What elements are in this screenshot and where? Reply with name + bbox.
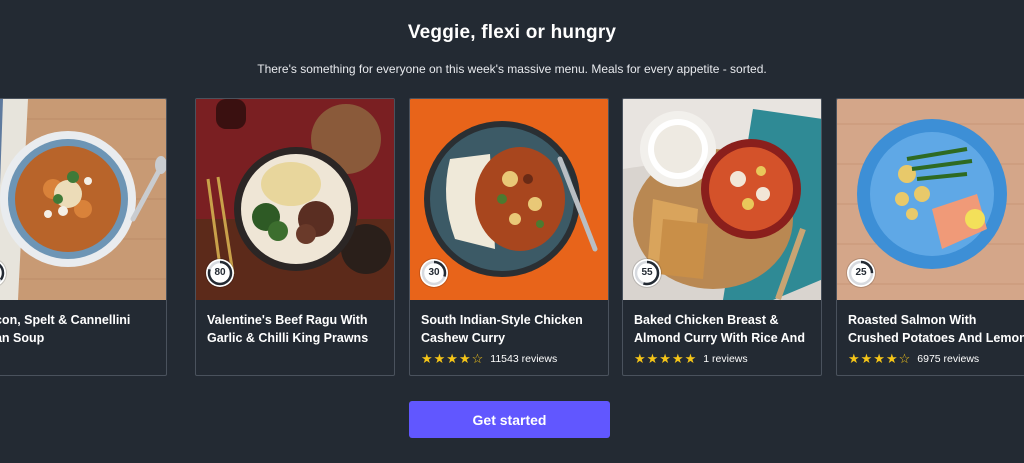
star-rating-icon: ★★★★★ (634, 351, 698, 366)
score-value: 55 (641, 267, 653, 278)
review-count: 6975 reviews (917, 353, 980, 365)
recipe-card[interactable]: 25 Roasted Salmon With Crushed Potatoes … (836, 98, 1024, 376)
recipe-name: Valentine's Beef Ragu With Garlic & Chil… (207, 313, 369, 345)
recipe-card[interactable]: 55 Baked Chicken Breast & Almond Curry W… (622, 98, 822, 376)
score-badge: 25 (847, 259, 875, 287)
review-count: 11543 reviews (490, 353, 558, 365)
recipe-card[interactable]: 35 Bacon, Spelt & Cannellini Bean Soup (0, 98, 167, 376)
score-badge: 55 (633, 259, 661, 287)
score-value: 30 (428, 267, 440, 278)
recipe-card[interactable]: 80 Valentine's Beef Ragu With Garlic & C… (195, 98, 395, 376)
score-badge: 80 (206, 259, 234, 287)
section-title: Veggie, flexi or hungry (407, 22, 617, 43)
recipe-name: South Indian-Style Chicken Cashew Curry (421, 313, 583, 345)
recipe-card[interactable]: 30 South Indian-Style Chicken Cashew Cur… (409, 98, 609, 376)
review-count: 1 reviews (703, 353, 748, 365)
get-started-button[interactable]: Get started (409, 401, 610, 438)
score-badge: 30 (420, 259, 448, 287)
section-subtitle: There's something for everyone on this w… (257, 62, 767, 76)
recipe-name: Roasted Salmon With Crushed Potatoes And… (848, 313, 1024, 345)
recipe-name: Baked Chicken Breast & Almond Curry With… (634, 313, 805, 345)
star-rating-icon: ★★★★☆ (421, 351, 485, 366)
score-value: 35 (0, 259, 6, 287)
star-rating-icon: ★★★★☆ (848, 351, 912, 366)
recipe-carousel: 35 Bacon, Spelt & Cannellini Bean Soup (0, 98, 1024, 377)
rating: ★★★★☆ 11543 reviews (421, 351, 557, 367)
rating: ★★★★★ 1 reviews (634, 351, 748, 367)
recipe-name: Bacon, Spelt & Cannellini Bean Soup (0, 313, 131, 345)
score-value: 80 (214, 267, 226, 278)
rating: ★★★★☆ 6975 reviews (848, 351, 979, 367)
recipe-image (0, 99, 166, 300)
score-value: 25 (855, 267, 867, 278)
score-badge: 35 (0, 259, 6, 287)
